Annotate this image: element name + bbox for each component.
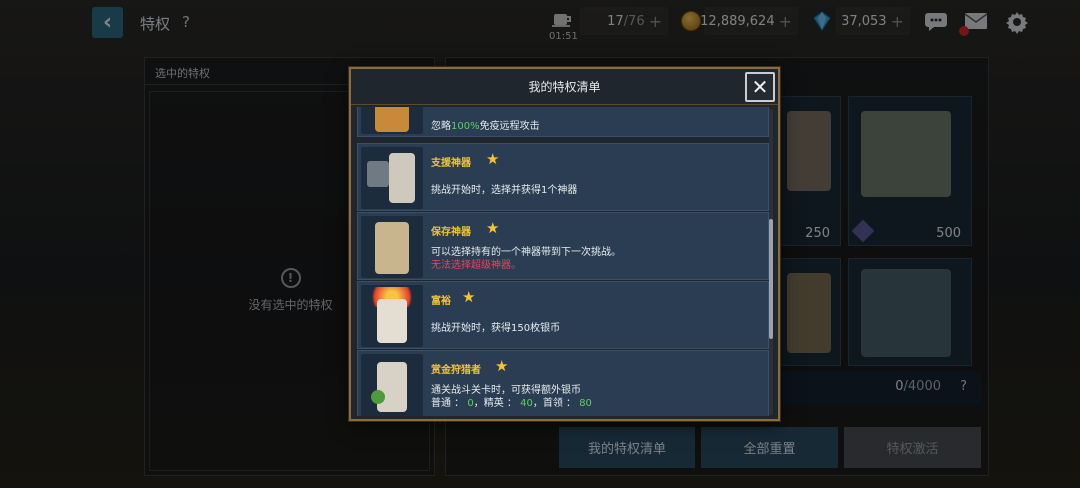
perk-list-item[interactable]: 赏金狩猎者 ★ 通关战斗关卡时，可获得额外银币 普通 ： 0，精英 ： 40，首… (357, 350, 769, 416)
character-sprite (375, 222, 409, 274)
perk-name: 保存神器 (431, 227, 471, 238)
artifact-box-sprite (367, 161, 389, 187)
star-icon: ★ (495, 357, 509, 375)
character-sprite (389, 153, 415, 203)
perk-list-item[interactable]: 富裕 ★ 挑战开始时，获得150枚银币 (357, 281, 769, 349)
perk-icon (361, 354, 423, 416)
character-sprite (377, 362, 407, 412)
perk-list-item[interactable]: 支援神器 ★ 挑战开始时，选择并获得1个神器 (357, 143, 769, 211)
perk-icon (361, 285, 423, 347)
star-icon: ★ (462, 288, 476, 306)
scrollbar-thumb[interactable] (769, 219, 773, 339)
perk-icon (361, 107, 423, 134)
perk-name: 赏金狩猎者 (431, 365, 481, 376)
perk-description: 挑战开始时，选择并获得1个神器 (431, 185, 578, 196)
coin-bag-sprite (371, 390, 385, 404)
my-perk-list-dialog: 我的特权清单 ✕ 忽略100%免疫远程攻击 支援神器 ★ 挑战开始时，选择并获得… (349, 67, 780, 421)
perk-list[interactable]: 忽略100%免疫远程攻击 支援神器 ★ 挑战开始时，选择并获得1个神器 保存神器… (357, 107, 769, 416)
perk-icon (361, 147, 423, 209)
perk-list-item[interactable]: 忽略100%免疫远程攻击 (357, 107, 769, 137)
character-sprite (377, 299, 407, 343)
close-icon: ✕ (751, 75, 769, 99)
close-button[interactable]: ✕ (745, 72, 775, 102)
star-icon: ★ (486, 219, 500, 237)
perk-warning: 无法选择超级神器。 (431, 260, 521, 271)
character-sprite (375, 107, 409, 132)
star-icon: ★ (486, 150, 500, 168)
perk-name: 支援神器 (431, 158, 471, 169)
perk-name: 富裕 (431, 296, 451, 307)
perk-list-item[interactable]: 保存神器 ★ 可以选择持有的一个神器带到下一次挑战。 无法选择超级神器。 (357, 212, 769, 280)
perk-rewards: 普通 ： 0，精英 ： 40，首领 ： 80 (431, 398, 592, 409)
perk-description: 挑战开始时，获得150枚银币 (431, 323, 561, 334)
dialog-title: 我的特权清单 (351, 69, 778, 105)
perk-description: 忽略100%免疫远程攻击 (431, 121, 540, 132)
perk-icon (361, 216, 423, 278)
